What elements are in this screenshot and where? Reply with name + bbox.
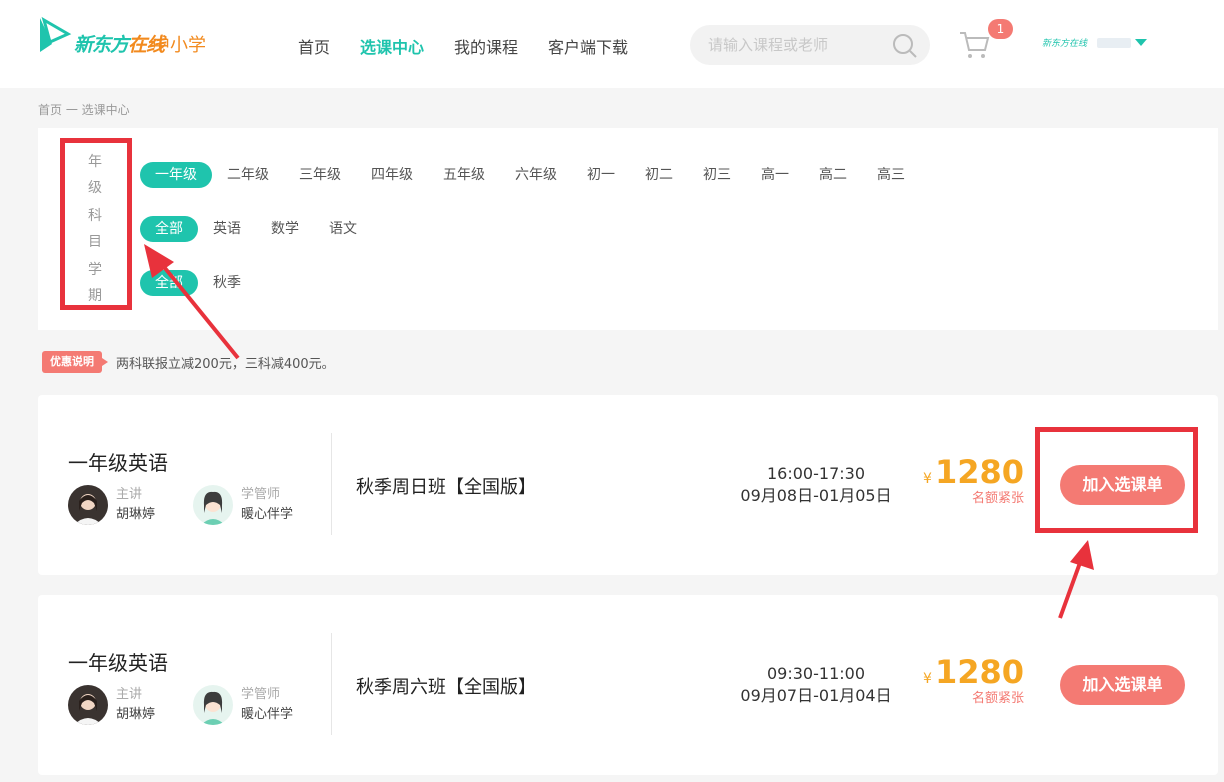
annotation-arrows <box>144 244 1094 619</box>
arrow-icon <box>1058 540 1094 619</box>
arrow-icon <box>144 244 240 360</box>
